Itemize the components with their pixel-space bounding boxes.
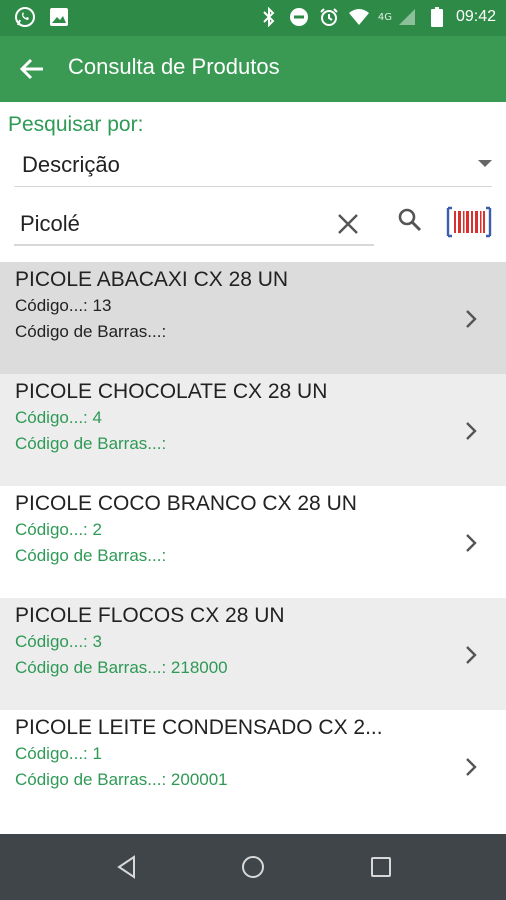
network-type: 4G: [377, 11, 392, 23]
list-item[interactable]: PICOLE ABACAXI CX 28 UN Código...: 13 Códi…: [0, 262, 506, 374]
product-code: Código...: 4: [15, 408, 102, 427]
chevron-right-icon: [464, 532, 478, 554]
product-barcode: Código de Barras...: 200001: [15, 770, 228, 789]
search-input[interactable]: [18, 208, 322, 240]
search-criteria-select[interactable]: Descrição: [14, 146, 492, 187]
app-bar: Consulta de Produtos: [0, 36, 506, 102]
product-barcode: Código de Barras...:: [15, 546, 167, 565]
product-name: PICOLE COCO BRANCO CX 28 UN: [15, 492, 357, 515]
bluetooth-icon: [258, 6, 280, 28]
list-item[interactable]: PICOLE LEITE CONDENSADO CX 2... Código...…: [0, 710, 506, 822]
product-name: PICOLE FLOCOS CX 28 UN: [15, 604, 285, 627]
product-barcode: Código de Barras...:: [15, 434, 167, 453]
home-nav-icon[interactable]: [240, 854, 266, 880]
chevron-right-icon: [464, 644, 478, 666]
signal-icon: [396, 6, 418, 28]
product-barcode: Código de Barras...: 218000: [15, 658, 228, 677]
product-name: PICOLE LEITE CONDENSADO CX 2...: [15, 716, 383, 739]
chevron-right-icon: [464, 420, 478, 442]
product-code: Código...: 3: [15, 632, 102, 651]
battery-icon: [426, 6, 448, 28]
dropdown-arrow-icon: [478, 160, 492, 167]
search-icon[interactable]: [396, 206, 424, 234]
list-item[interactable]: PICOLE CHOCOLATE CX 28 UN Código...: 4 Cód…: [0, 374, 506, 486]
search-criteria-value: Descrição: [22, 152, 120, 177]
search-field: [14, 202, 374, 246]
product-code: Código...: 13: [15, 296, 112, 315]
search-by-label: Pesquisar por:: [8, 113, 144, 136]
product-name: PICOLE CHOCOLATE CX 28 UN: [15, 380, 328, 403]
page-title: Consulta de Produtos: [68, 54, 280, 79]
barcode-scan-icon[interactable]: [446, 206, 492, 238]
dnd-icon: [288, 6, 310, 28]
product-code: Código...: 2: [15, 520, 102, 539]
list-item[interactable]: PICOLE COCO BRANCO CX 28 UN Código...: 2 C…: [0, 486, 506, 598]
product-barcode: Código de Barras...:: [15, 322, 167, 341]
back-nav-icon[interactable]: [114, 854, 140, 880]
product-code: Código...: 1: [15, 744, 102, 763]
recents-nav-icon[interactable]: [368, 854, 394, 880]
status-time: 09:42: [455, 8, 496, 25]
arrow-back-icon[interactable]: [16, 53, 48, 85]
chevron-right-icon: [464, 756, 478, 778]
navigation-bar: [0, 834, 506, 900]
wifi-icon: [348, 6, 370, 28]
list-item[interactable]: PICOLE FLOCOS CX 28 UN Código...: 3 Código…: [0, 598, 506, 710]
image-icon: [48, 6, 70, 28]
chevron-right-icon: [464, 308, 478, 330]
alarm-icon: [318, 6, 340, 28]
product-name: PICOLE ABACAXI CX 28 UN: [15, 268, 289, 291]
product-list: PICOLE ABACAXI CX 28 UN Código...: 13 Códi…: [0, 262, 506, 822]
status-bar: 4G 09:42: [0, 0, 506, 36]
clear-icon[interactable]: [336, 212, 360, 236]
whatsapp-icon: [14, 6, 36, 28]
